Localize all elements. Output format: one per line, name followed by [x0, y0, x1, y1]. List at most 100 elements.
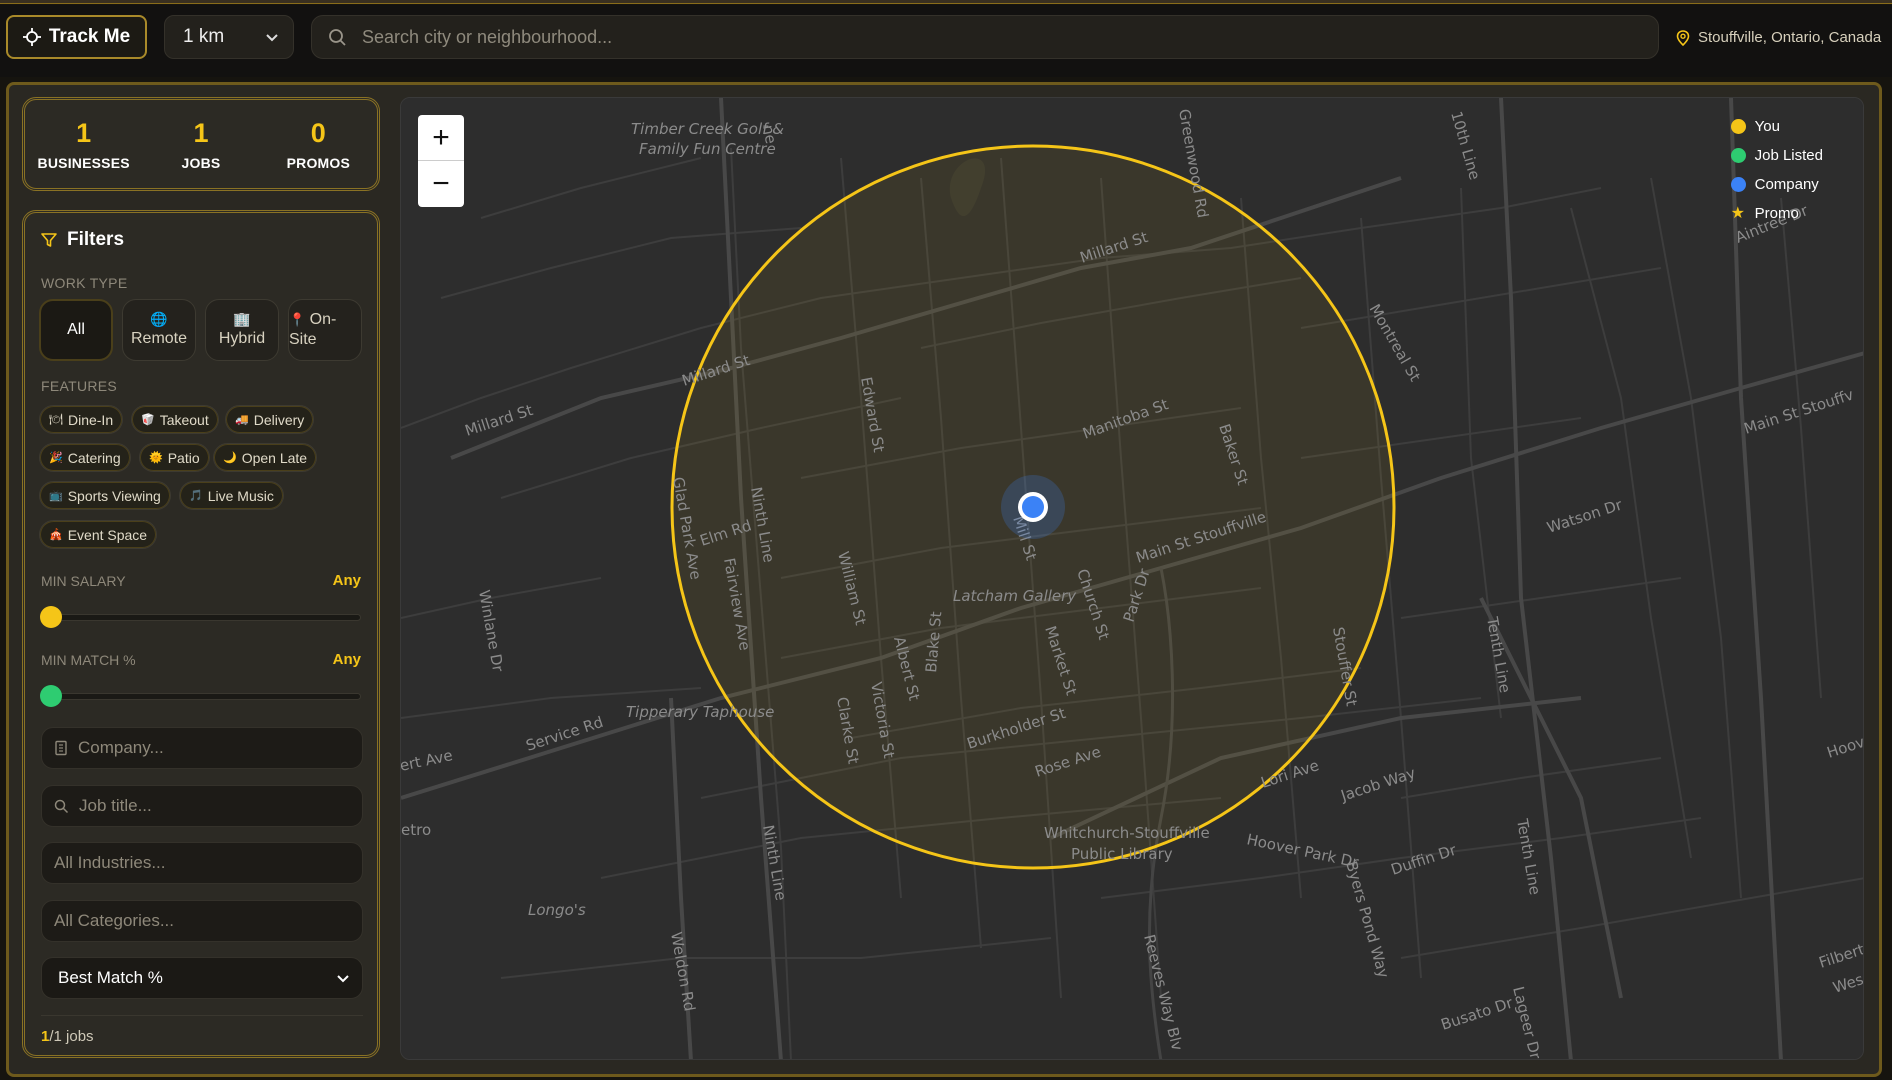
crosshair-icon: [22, 28, 41, 46]
feature-label: Open Late: [241, 449, 308, 466]
work-type-label: WORK TYPE: [41, 275, 128, 291]
chevron-down-icon: [337, 975, 349, 983]
feature-chip-live-music[interactable]: 🎵 Live Music: [179, 481, 284, 510]
map-label: Whitchurch-Stouffville: [1044, 824, 1210, 842]
search-icon: [54, 799, 69, 813]
job-title-placeholder: Job title...: [79, 796, 152, 815]
tv-icon: 📺: [49, 490, 63, 502]
feature-chip-sports-viewing[interactable]: 📺 Sports Viewing: [39, 481, 171, 510]
feature-chip-delivery[interactable]: 🚚 Delivery: [225, 405, 315, 434]
feature-label: Sports Viewing: [67, 487, 161, 504]
map-label: Family Fun Centre: [639, 140, 776, 158]
globe-icon: 🌐: [150, 311, 168, 328]
work-type-label: Remote: [130, 329, 188, 347]
zoom-in-button[interactable]: +: [418, 115, 464, 161]
zoom-controls: + −: [418, 115, 464, 207]
location-pin-icon: [1676, 29, 1690, 46]
delivery-icon: 🚚: [235, 414, 249, 426]
map-label: Tipperary Taphouse: [626, 703, 774, 721]
min-match-value: Any: [332, 651, 361, 668]
patio-icon: 🌞: [149, 452, 163, 464]
feature-label: Event Space: [67, 526, 148, 543]
zoom-out-button[interactable]: −: [418, 161, 464, 207]
legend-label: Company: [1754, 176, 1819, 193]
work-type-all-button[interactable]: All: [39, 299, 113, 361]
location-label: Stouffville, Ontario, Canada: [1698, 29, 1882, 46]
map-label: Longo's: [528, 901, 586, 919]
music-icon: 🎵: [189, 490, 203, 502]
radius-value: 1 km: [183, 26, 225, 47]
track-me-button[interactable]: Track Me: [6, 15, 147, 59]
legend-dot: [1730, 119, 1746, 134]
stat-jobs: 1 JOBS: [146, 118, 256, 171]
feature-label: Delivery: [253, 411, 305, 428]
min-match-label: MIN MATCH %: [41, 652, 136, 668]
filters-title: Filters: [67, 229, 125, 250]
legend-dot: [1730, 177, 1746, 192]
legend-label: Job Listed: [1754, 147, 1823, 164]
work-type-label: 📍 On-Site: [289, 310, 361, 350]
legend-item-promo: ★ Promo: [1731, 205, 1823, 222]
feature-chip-open-late[interactable]: 🌙 Open Late: [213, 443, 318, 472]
star-icon: ★: [1730, 205, 1745, 222]
building-icon: 🏢: [233, 311, 251, 328]
company-input[interactable]: Company...: [41, 727, 363, 769]
stat-value: 0: [310, 117, 326, 148]
divider: [41, 1015, 363, 1016]
min-salary-slider[interactable]: [40, 606, 361, 628]
current-location: Stouffville, Ontario, Canada: [1676, 29, 1881, 46]
min-salary-label: MIN SALARY: [41, 573, 126, 589]
min-match-slider[interactable]: [40, 685, 361, 707]
event-icon: 🎪: [49, 529, 63, 541]
categories-input[interactable]: All Categories...: [41, 900, 363, 942]
top-accent-line: [0, 0, 1892, 4]
company-placeholder: Company...: [78, 738, 164, 757]
catering-icon: 🎉: [49, 452, 63, 464]
work-type-remote-button[interactable]: 🌐 Remote: [122, 299, 196, 361]
search-placeholder: Search city or neighbourhood...: [362, 26, 613, 47]
industries-placeholder: All Industries...: [54, 853, 166, 872]
work-type-label: Hybrid: [218, 329, 266, 347]
map-view[interactable]: Timber Creek Golf & Family Fun Centre ne…: [400, 97, 1864, 1060]
work-type-hybrid-button[interactable]: 🏢 Hybrid: [205, 299, 279, 361]
legend-label: You: [1754, 118, 1780, 135]
work-type-onsite-button[interactable]: 📍 On-Site: [288, 299, 362, 361]
job-title-input[interactable]: Job title...: [41, 785, 363, 827]
feature-label: Live Music: [207, 487, 274, 504]
stat-value: 1: [76, 117, 92, 148]
legend-label: Promo: [1754, 205, 1799, 222]
sort-value: Best Match %: [58, 968, 163, 987]
min-salary-value: Any: [332, 572, 361, 589]
radius-select[interactable]: 1 km: [164, 15, 294, 59]
legend-item-company: Company: [1730, 176, 1823, 193]
min-salary-thumb[interactable]: [40, 606, 62, 628]
sort-select[interactable]: Best Match %: [41, 957, 363, 999]
feature-chip-patio[interactable]: 🌞 Patio: [139, 443, 210, 472]
search-input[interactable]: Search city or neighbourhood...: [311, 15, 1659, 59]
stat-businesses: 1 BUSINESSES: [29, 118, 139, 171]
chevron-down-icon: [266, 34, 278, 42]
feature-chip-dine-in[interactable]: 🍽 Dine-In: [39, 405, 124, 434]
pin-icon: 📍: [289, 312, 306, 327]
takeout-icon: 🥡: [141, 414, 155, 426]
feature-chip-takeout[interactable]: 🥡 Takeout: [131, 405, 219, 434]
feature-label: Takeout: [159, 411, 209, 428]
map-canvas[interactable]: Timber Creek Golf & Family Fun Centre ne…: [401, 98, 1864, 1060]
feature-chip-catering[interactable]: 🎉 Catering: [39, 443, 131, 472]
track-me-label: Track Me: [48, 26, 131, 47]
feature-chip-event-space[interactable]: 🎪 Event Space: [39, 520, 158, 549]
map-label: etro: [401, 821, 431, 839]
filters-panel: Filters WORK TYPE All 🌐 Remote 🏢 Hybrid …: [22, 210, 380, 1058]
search-icon: [329, 29, 346, 46]
map-label: Latcham Gallery: [953, 587, 1077, 605]
user-location-marker[interactable]: [1022, 496, 1044, 518]
work-type-label: All: [67, 321, 85, 338]
industries-input[interactable]: All Industries...: [41, 842, 363, 884]
stat-label: PROMOS: [286, 154, 351, 171]
dine-in-icon: 🍽: [49, 414, 63, 426]
map-label: ne: [759, 124, 780, 146]
stat-promos: 0 PROMOS: [263, 118, 373, 171]
stat-label: JOBS: [181, 154, 221, 171]
filter-icon: [41, 233, 57, 247]
min-match-thumb[interactable]: [40, 685, 62, 707]
